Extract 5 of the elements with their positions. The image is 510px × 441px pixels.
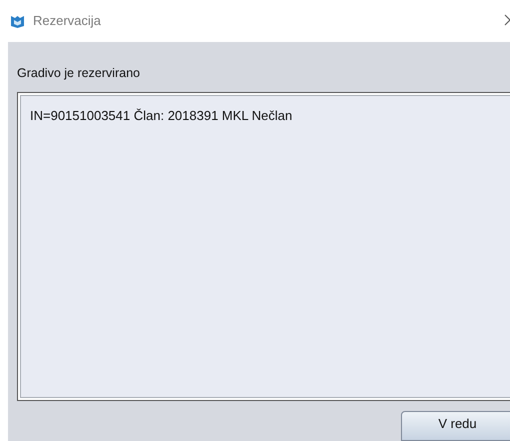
ok-button[interactable]: V redu bbox=[401, 411, 510, 441]
app-icon bbox=[10, 14, 25, 28]
message-text: Gradivo je rezervirano bbox=[17, 65, 141, 82]
details-text-area: IN=90151003541 Član: 2018391 MKL Nečlan bbox=[17, 92, 510, 402]
window-title: Rezervacija bbox=[33, 12, 101, 30]
